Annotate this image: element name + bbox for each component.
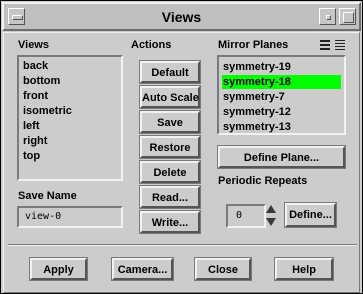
restore-button-frame: Restore <box>139 135 201 159</box>
list-item[interactable]: symmetry-19 <box>222 60 291 74</box>
save-button-frame: Save <box>139 110 201 134</box>
list-item[interactable]: back <box>22 59 48 73</box>
title-bar[interactable]: Views <box>2 2 361 31</box>
maximize-icon[interactable] <box>339 8 356 25</box>
read-button-frame: Read... <box>139 185 201 209</box>
minimize-icon[interactable] <box>319 8 336 25</box>
save-button[interactable]: Save <box>140 111 200 133</box>
list-item[interactable]: left <box>22 119 40 133</box>
list-item[interactable]: right <box>22 134 47 148</box>
camera-button[interactable]: Camera... <box>112 258 173 280</box>
delete-button-frame: Delete <box>139 160 201 184</box>
decrement-arrow-icon[interactable] <box>266 218 276 226</box>
close-button[interactable]: Close <box>195 258 251 280</box>
help-button-frame: Help <box>274 257 334 281</box>
views-dialog: Views Views back bottom front isometric … <box>0 0 363 294</box>
detail-view-icon[interactable] <box>334 39 346 51</box>
save-name-value: view-0 <box>25 211 62 222</box>
list-item[interactable]: isometric <box>22 104 72 118</box>
default-button[interactable]: Default <box>140 61 200 83</box>
mirror-planes-label: Mirror Planes <box>218 39 289 51</box>
camera-button-frame: Camera... <box>111 257 174 281</box>
mirror-planes-list[interactable]: symmetry-19 symmetry-18 symmetry-7 symme… <box>217 55 346 135</box>
window-title: Views <box>161 9 202 25</box>
list-item[interactable]: front <box>22 89 48 103</box>
periodic-repeats-label: Periodic Repeats <box>218 175 308 187</box>
list-view-icon[interactable] <box>319 39 331 51</box>
periodic-repeats-value: 0 <box>236 210 243 221</box>
save-name-field[interactable]: view-0 <box>17 206 123 228</box>
list-item[interactable]: symmetry-13 <box>222 120 291 134</box>
restore-button[interactable]: Restore <box>140 136 200 158</box>
auto-scale-button-frame: Auto Scale <box>139 85 201 109</box>
apply-button-frame: Apply <box>29 257 88 281</box>
apply-button[interactable]: Apply <box>30 258 87 280</box>
views-label: Views <box>18 39 49 51</box>
write-button[interactable]: Write... <box>140 211 200 233</box>
auto-scale-button[interactable]: Auto Scale <box>140 86 200 108</box>
list-item[interactable]: symmetry-12 <box>222 105 291 119</box>
list-item-selected[interactable]: symmetry-18 <box>222 75 341 89</box>
close-button-frame: Close <box>194 257 252 281</box>
increment-arrow-icon[interactable] <box>266 205 276 213</box>
save-name-label: Save Name <box>18 190 77 202</box>
default-button-frame: Default <box>139 60 201 84</box>
views-list[interactable]: back bottom front isometric left right t… <box>17 55 123 181</box>
read-button[interactable]: Read... <box>140 186 200 208</box>
actions-label: Actions <box>131 39 172 51</box>
list-item[interactable]: symmetry-7 <box>222 90 285 104</box>
delete-button[interactable]: Delete <box>140 161 200 183</box>
write-button-frame: Write... <box>139 210 201 234</box>
periodic-define-button[interactable]: Define... <box>285 203 336 227</box>
footer-divider <box>8 244 357 246</box>
list-item[interactable]: bottom <box>22 74 60 88</box>
dialog-body: Views back bottom front isometric left r… <box>3 32 360 293</box>
define-plane-button[interactable]: Define Plane... <box>218 146 345 168</box>
define-plane-button-frame: Define Plane... <box>217 145 346 169</box>
help-button[interactable]: Help <box>275 258 333 280</box>
list-item[interactable]: top <box>22 149 40 163</box>
periodic-repeats-input[interactable]: 0 <box>226 204 266 228</box>
periodic-define-button-frame: Define... <box>284 202 337 228</box>
